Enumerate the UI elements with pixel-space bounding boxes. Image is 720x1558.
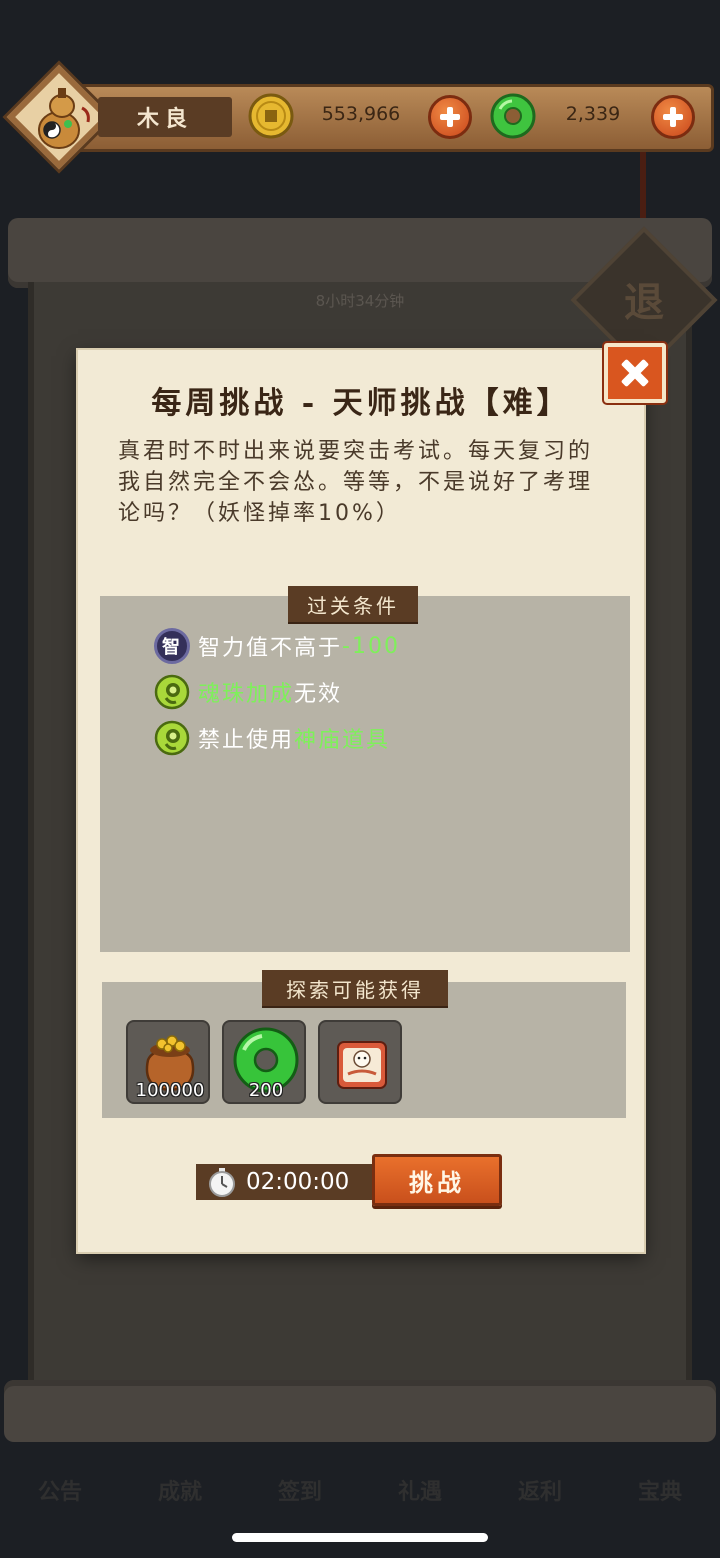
challenge-button[interactable]: 挑战 [372,1154,502,1206]
soul-bead-icon [154,674,190,710]
nav-item-gifts: 礼遇 [397,1479,442,1505]
condition-item: 魂珠加成 无效 [154,674,342,710]
reward-quantity: 100000 [135,1080,205,1101]
condition-item: 智 智力值不高于 -100 [154,628,400,664]
jade-count: 2,339 [565,103,621,125]
conditions-title: 过关条件 [288,586,418,622]
condition-suffix: 无效 [294,682,343,707]
nav-item-checkin: 签到 [277,1479,322,1505]
soul-bead-icon [154,720,190,756]
dialog-description: 真君时不时出来说要突击考试。每天复习的我自然完全不会怂。等等，不是说好了考理论吗… [118,439,594,526]
gourd-icon [38,88,90,149]
background-scroll-bottom [4,1380,716,1442]
jade-icon [490,93,536,139]
nav-item-achievement: 成就 [157,1479,202,1505]
wisdom-icon: 智 [154,628,190,664]
add-jade-button[interactable] [651,95,695,139]
scroll-card-icon [337,1041,387,1089]
avatar[interactable] [6,64,112,170]
coins-count: 553,966 [321,103,401,125]
rewards-title: 探索可能获得 [262,970,448,1006]
player-name: 木良 [98,97,232,137]
condition-text: 禁止使用 [198,728,295,753]
reward-item[interactable]: 100000 [126,1020,210,1104]
reward-item[interactable]: 200 [222,1020,306,1104]
reward-quantity: 200 [248,1080,284,1101]
nav-item-rebate: 返利 [517,1479,562,1505]
stopwatch-icon [209,1168,235,1197]
home-indicator[interactable] [232,1533,488,1542]
nav-item-announcement: 公告 [37,1479,82,1505]
condition-highlight: -100 [342,633,400,659]
condition-highlight: 魂珠加成 [198,682,295,707]
dialog-title: 每周挑战 - 天师挑战【难】 [151,386,571,421]
add-coins-button[interactable] [428,95,472,139]
retreat-button: 退 [624,279,664,326]
condition-highlight: 神庙道具 [294,728,391,753]
condition-text: 智力值不高于 [198,636,343,661]
bottom-nav: 公告 成就 签到 礼遇 返利 宝典 [0,1460,720,1520]
nav-item-handbook: 宝典 [637,1479,682,1505]
copper-coin-icon [248,93,294,139]
reward-item[interactable] [318,1020,402,1104]
condition-item: 禁止使用 神庙道具 [154,720,390,756]
